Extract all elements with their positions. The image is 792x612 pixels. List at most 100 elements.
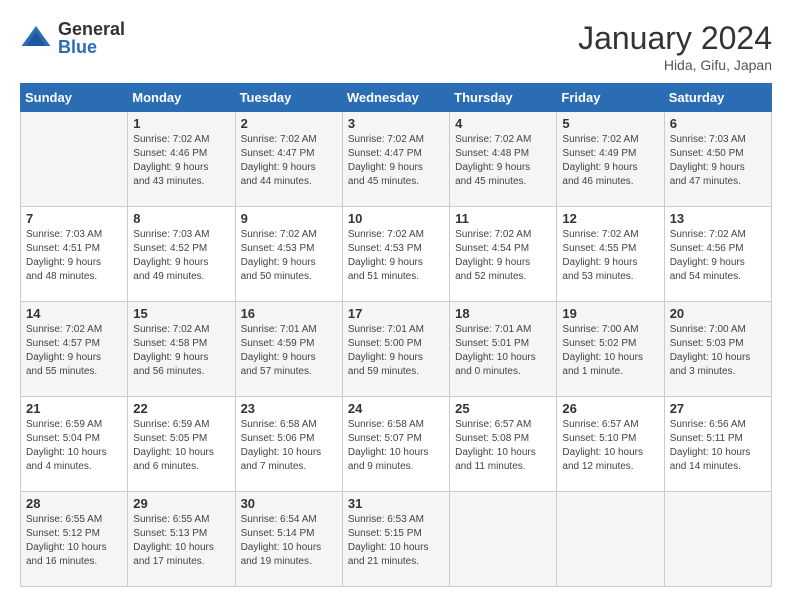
day-cell: 26Sunrise: 6:57 AM Sunset: 5:10 PM Dayli… (557, 397, 664, 492)
day-cell (450, 492, 557, 587)
week-row-3: 14Sunrise: 7:02 AM Sunset: 4:57 PM Dayli… (21, 302, 772, 397)
day-cell: 30 Sunrise: 6:54 AM Sunset: 5:14 PM Dayli… (235, 492, 342, 587)
column-header-wednesday: Wednesday (342, 84, 449, 112)
day-info: Sunrise: 7:02 AM Sunset: 4:53 PM Dayligh… (241, 228, 337, 284)
day-number: 28 (26, 496, 122, 511)
day-number: 16 (241, 306, 337, 321)
day-info: Sunrise: 7:02 AM Sunset: 4:54 PM Dayligh… (455, 228, 551, 284)
day-cell: 3Sunrise: 7:02 AM Sunset: 4:47 PM Daylig… (342, 112, 449, 207)
day-cell: 20 Sunrise: 7:00 AM Sunset: 5:03 PM Dayli… (664, 302, 771, 397)
day-info: Sunrise: 6:54 AM Sunset: 5:14 PM Dayligh… (241, 513, 337, 569)
calendar-table: SundayMondayTuesdayWednesdayThursdayFrid… (20, 83, 772, 587)
day-info: Sunrise: 7:01 AM Sunset: 5:00 PM Dayligh… (348, 323, 444, 379)
day-cell: 10 Sunrise: 7:02 AM Sunset: 4:53 PM Dayli… (342, 207, 449, 302)
day-number: 17 (348, 306, 444, 321)
day-cell: 25 Sunrise: 6:57 AM Sunset: 5:08 PM Dayli… (450, 397, 557, 492)
day-info: Sunrise: 6:53 AM Sunset: 5:15 PM Dayligh… (348, 513, 444, 569)
logo: General Blue (20, 20, 125, 56)
day-number: 8 (133, 211, 229, 226)
week-row-4: 21 Sunrise: 6:59 AM Sunset: 5:04 PM Dayli… (21, 397, 772, 492)
day-cell: 7 Sunrise: 7:03 AM Sunset: 4:51 PM Daylig… (21, 207, 128, 302)
day-info: Sunrise: 7:00 AM Sunset: 5:02 PM Dayligh… (562, 323, 658, 379)
day-info: Sunrise: 7:02 AM Sunset: 4:46 PM Dayligh… (133, 133, 229, 189)
column-header-sunday: Sunday (21, 84, 128, 112)
logo-general-text: General (58, 20, 125, 38)
day-info: Sunrise: 7:00 AM Sunset: 5:03 PM Dayligh… (670, 323, 766, 379)
day-number: 31 (348, 496, 444, 511)
day-info: Sunrise: 7:02 AM Sunset: 4:58 PM Dayligh… (133, 323, 229, 379)
day-number: 9 (241, 211, 337, 226)
day-number: 13 (670, 211, 766, 226)
day-cell (557, 492, 664, 587)
day-number: 2 (241, 116, 337, 131)
day-number: 11 (455, 211, 551, 226)
day-cell: 28Sunrise: 6:55 AM Sunset: 5:12 PM Dayli… (21, 492, 128, 587)
column-header-saturday: Saturday (664, 84, 771, 112)
column-header-tuesday: Tuesday (235, 84, 342, 112)
day-number: 26 (562, 401, 658, 416)
day-info: Sunrise: 7:03 AM Sunset: 4:52 PM Dayligh… (133, 228, 229, 284)
day-cell: 5Sunrise: 7:02 AM Sunset: 4:49 PM Daylig… (557, 112, 664, 207)
day-info: Sunrise: 7:02 AM Sunset: 4:53 PM Dayligh… (348, 228, 444, 284)
day-cell: 31 Sunrise: 6:53 AM Sunset: 5:15 PM Dayli… (342, 492, 449, 587)
day-number: 24 (348, 401, 444, 416)
column-header-thursday: Thursday (450, 84, 557, 112)
day-info: Sunrise: 7:02 AM Sunset: 4:47 PM Dayligh… (348, 133, 444, 189)
day-number: 29 (133, 496, 229, 511)
day-info: Sunrise: 6:55 AM Sunset: 5:13 PM Dayligh… (133, 513, 229, 569)
day-number: 1 (133, 116, 229, 131)
day-info: Sunrise: 6:57 AM Sunset: 5:08 PM Dayligh… (455, 418, 551, 474)
day-cell: 18Sunrise: 7:01 AM Sunset: 5:01 PM Dayli… (450, 302, 557, 397)
day-number: 22 (133, 401, 229, 416)
day-number: 27 (670, 401, 766, 416)
day-number: 15 (133, 306, 229, 321)
day-cell: 19 Sunrise: 7:00 AM Sunset: 5:02 PM Dayli… (557, 302, 664, 397)
day-number: 7 (26, 211, 122, 226)
day-number: 5 (562, 116, 658, 131)
day-cell: 24 Sunrise: 6:58 AM Sunset: 5:07 PM Dayli… (342, 397, 449, 492)
header: General Blue January 2024 Hida, Gifu, Ja… (20, 20, 772, 73)
day-cell: 13 Sunrise: 7:02 AM Sunset: 4:56 PM Dayli… (664, 207, 771, 302)
column-header-monday: Monday (128, 84, 235, 112)
header-row: SundayMondayTuesdayWednesdayThursdayFrid… (21, 84, 772, 112)
day-number: 18 (455, 306, 551, 321)
day-number: 21 (26, 401, 122, 416)
day-info: Sunrise: 7:01 AM Sunset: 4:59 PM Dayligh… (241, 323, 337, 379)
calendar-title: January 2024 (578, 20, 772, 57)
day-cell: 22Sunrise: 6:59 AM Sunset: 5:05 PM Dayli… (128, 397, 235, 492)
day-cell: 15 Sunrise: 7:02 AM Sunset: 4:58 PM Dayli… (128, 302, 235, 397)
day-number: 14 (26, 306, 122, 321)
day-number: 12 (562, 211, 658, 226)
day-cell: 21 Sunrise: 6:59 AM Sunset: 5:04 PM Dayli… (21, 397, 128, 492)
day-info: Sunrise: 7:03 AM Sunset: 4:51 PM Dayligh… (26, 228, 122, 284)
day-number: 10 (348, 211, 444, 226)
day-info: Sunrise: 7:02 AM Sunset: 4:55 PM Dayligh… (562, 228, 658, 284)
day-cell: 14Sunrise: 7:02 AM Sunset: 4:57 PM Dayli… (21, 302, 128, 397)
day-info: Sunrise: 7:02 AM Sunset: 4:47 PM Dayligh… (241, 133, 337, 189)
day-cell: 27Sunrise: 6:56 AM Sunset: 5:11 PM Dayli… (664, 397, 771, 492)
day-number: 25 (455, 401, 551, 416)
logo-text: General Blue (58, 20, 125, 56)
week-row-2: 7 Sunrise: 7:03 AM Sunset: 4:51 PM Daylig… (21, 207, 772, 302)
day-cell: 23Sunrise: 6:58 AM Sunset: 5:06 PM Dayli… (235, 397, 342, 492)
column-header-friday: Friday (557, 84, 664, 112)
day-info: Sunrise: 7:02 AM Sunset: 4:48 PM Dayligh… (455, 133, 551, 189)
day-cell (664, 492, 771, 587)
day-info: Sunrise: 7:02 AM Sunset: 4:56 PM Dayligh… (670, 228, 766, 284)
day-info: Sunrise: 7:03 AM Sunset: 4:50 PM Dayligh… (670, 133, 766, 189)
day-number: 30 (241, 496, 337, 511)
day-number: 6 (670, 116, 766, 131)
day-number: 4 (455, 116, 551, 131)
day-info: Sunrise: 6:58 AM Sunset: 5:06 PM Dayligh… (241, 418, 337, 474)
day-cell: 16 Sunrise: 7:01 AM Sunset: 4:59 PM Dayli… (235, 302, 342, 397)
day-cell: 9 Sunrise: 7:02 AM Sunset: 4:53 PM Daylig… (235, 207, 342, 302)
week-row-5: 28Sunrise: 6:55 AM Sunset: 5:12 PM Dayli… (21, 492, 772, 587)
day-cell: 2 Sunrise: 7:02 AM Sunset: 4:47 PM Daylig… (235, 112, 342, 207)
day-number: 20 (670, 306, 766, 321)
day-cell: 1 Sunrise: 7:02 AM Sunset: 4:46 PM Daylig… (128, 112, 235, 207)
day-cell: 12 Sunrise: 7:02 AM Sunset: 4:55 PM Dayli… (557, 207, 664, 302)
day-cell: 17 Sunrise: 7:01 AM Sunset: 5:00 PM Dayli… (342, 302, 449, 397)
day-number: 19 (562, 306, 658, 321)
day-info: Sunrise: 6:58 AM Sunset: 5:07 PM Dayligh… (348, 418, 444, 474)
day-info: Sunrise: 6:59 AM Sunset: 5:04 PM Dayligh… (26, 418, 122, 474)
